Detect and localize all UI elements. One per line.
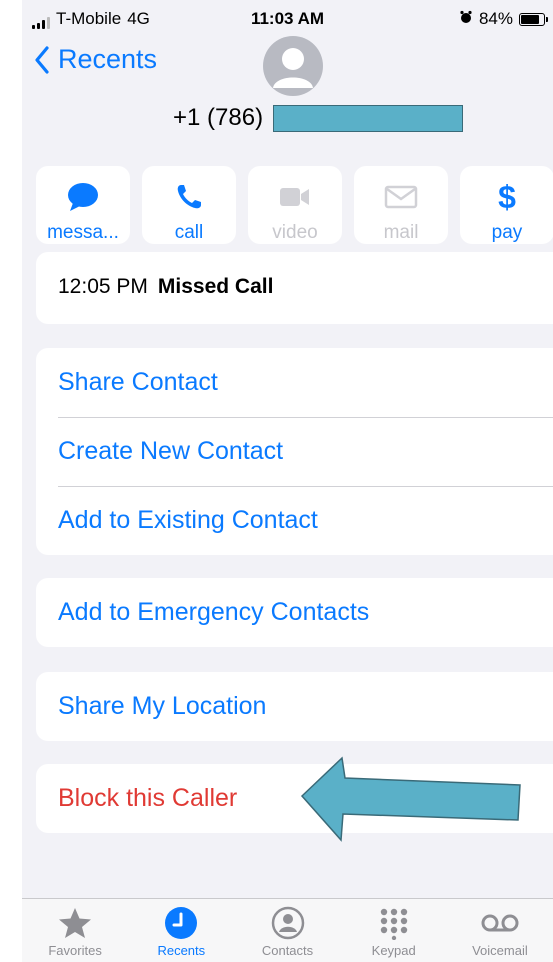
mail-label: mail [383,222,419,243]
tab-favorites-label: Favorites [48,943,102,958]
avatar [263,36,323,96]
message-icon [66,180,100,214]
battery-fill [521,14,540,24]
call-label: call [174,222,204,243]
tab-bar: Favorites Recents Contacts Keypad Voicem… [22,898,553,962]
call-history-card: 12:05 PM Missed Call [36,252,553,324]
person-icon [273,48,313,88]
contact-options-card: Share Contact Create New Contact Add to … [36,348,553,555]
keypad-icon [377,903,411,943]
clock-icon [164,903,198,943]
person-circle-icon [271,903,305,943]
emergency-card: Add to Emergency Contacts [36,578,553,647]
star-icon [58,903,92,943]
video-icon [278,180,312,214]
battery-percent: 84% [478,9,513,28]
contact-number-row: +1 (786) [173,104,464,132]
phone-screen: T-Mobile 4G 11:03 AM 84% Recents +1 (786… [22,0,553,962]
create-new-contact-button[interactable]: Create New Contact [36,417,553,486]
status-bar: T-Mobile 4G 11:03 AM 84% [22,0,553,34]
mail-button[interactable]: mail [354,166,448,244]
video-button[interactable]: video [248,166,342,244]
pay-button[interactable]: $ pay [460,166,553,244]
tab-favorites[interactable]: Favorites [22,899,128,962]
annotation-arrow [300,756,521,842]
message-button[interactable]: messa... [36,166,130,244]
action-buttons: messa... call video mail $ pay [36,166,553,244]
tab-keypad[interactable]: Keypad [341,899,447,962]
contact-number: +1 (786) [173,104,264,131]
battery-icon [519,12,548,26]
share-my-location-button[interactable]: Share My Location [36,672,553,741]
tab-recents-label: Recents [157,943,206,958]
share-contact-button[interactable]: Share Contact [36,348,553,417]
back-button[interactable]: Recents [34,44,157,75]
tab-voicemail-label: Voicemail [472,943,528,958]
message-label: messa... [47,222,119,243]
tab-contacts-label: Contacts [261,943,314,958]
add-to-emergency-contacts-button[interactable]: Add to Emergency Contacts [36,578,553,647]
call-button[interactable]: call [142,166,236,244]
add-to-existing-contact-button[interactable]: Add to Existing Contact [36,486,553,555]
back-label: Recents [58,44,158,74]
call-history-entry: 12:05 PM Missed Call [58,275,273,299]
video-label: video [272,222,318,243]
alarm-icon [459,9,473,29]
chevron-left-icon [35,45,49,74]
phone-icon [174,180,204,214]
tab-contacts[interactable]: Contacts [234,899,340,962]
tab-keypad-label: Keypad [371,943,416,958]
voicemail-icon [480,903,520,943]
pay-label: pay [491,222,523,243]
dollar-icon: $ [498,178,516,215]
call-type: Missed Call [157,275,274,298]
tab-voicemail[interactable]: Voicemail [447,899,553,962]
redaction-box [273,104,464,132]
location-card: Share My Location [36,672,553,741]
mail-icon [384,180,418,214]
status-right: 84% [459,9,548,29]
call-time: 12:05 PM [58,275,148,298]
tab-recents[interactable]: Recents [128,899,234,962]
